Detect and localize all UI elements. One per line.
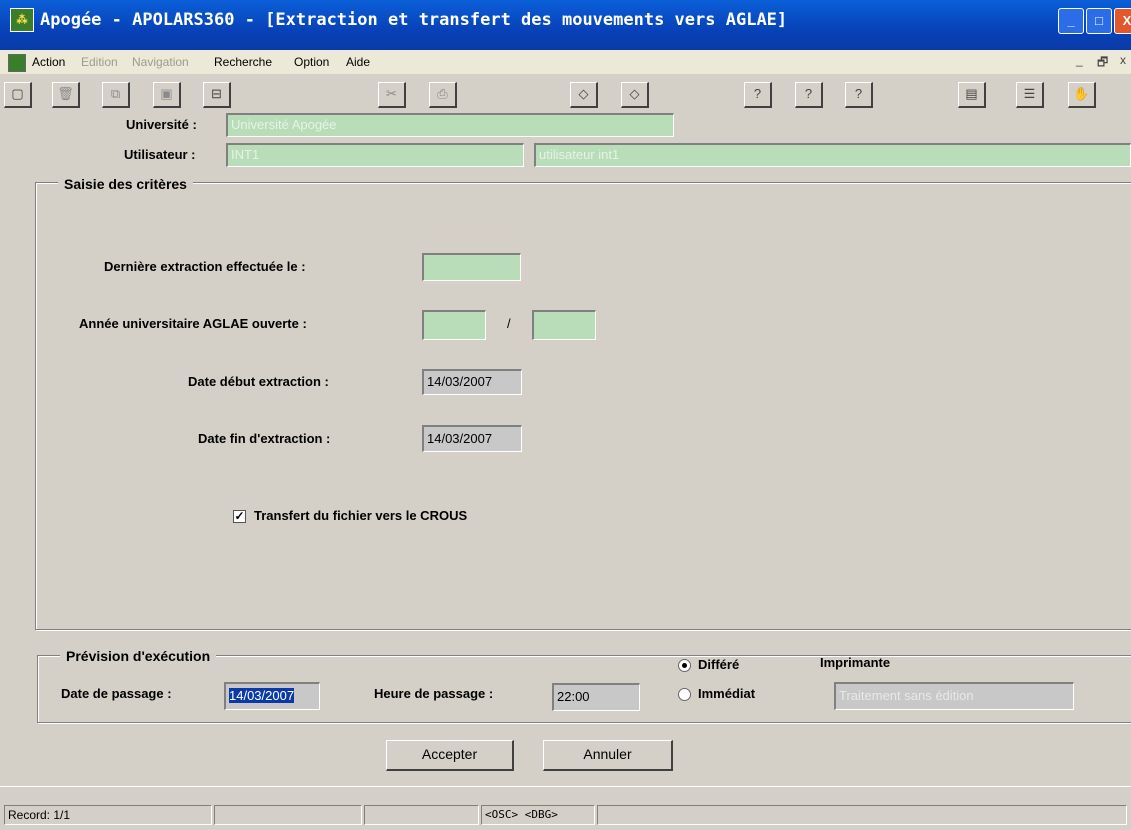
date-passage-value: 14/03/2007	[229, 688, 295, 703]
form-icon[interactable]: ⊟	[203, 82, 231, 108]
delete-icon[interactable]: 🗑	[52, 82, 80, 108]
imprimante-label: Imprimante	[820, 655, 891, 670]
cancel-button[interactable]: Annuler	[543, 740, 673, 771]
heure-passage-label: Heure de passage :	[374, 686, 494, 701]
annee-separator: /	[507, 316, 511, 331]
derniere-extraction-label: Dernière extraction effectuée le :	[104, 259, 306, 274]
criteres-title: Saisie des critères	[58, 175, 193, 193]
menu-edition[interactable]: Edition	[81, 53, 118, 71]
maximize-button[interactable]: □	[1086, 8, 1112, 34]
annee-end-field[interactable]	[532, 310, 596, 340]
criteres-group	[35, 182, 1131, 630]
menu-aide[interactable]: Aide	[346, 53, 370, 71]
transfert-label: Transfert du fichier vers le CROUS	[254, 508, 468, 523]
annee-start-field[interactable]	[422, 310, 486, 340]
status-record: Record: 1/1	[4, 805, 212, 825]
calculator-icon[interactable]: ▤	[958, 82, 986, 108]
utilisateur-label: Utilisateur :	[124, 147, 196, 162]
date-fin-field[interactable]: 14/03/2007	[422, 425, 522, 452]
immediat-label: Immédiat	[698, 686, 756, 701]
status-panel-3	[364, 805, 479, 825]
hand-icon[interactable]: ✋	[1068, 82, 1096, 108]
status-panel-2	[214, 805, 362, 825]
date-fin-label: Date fin d'extraction :	[198, 431, 331, 446]
minimize-button[interactable]: _	[1058, 8, 1084, 34]
app-icon[interactable]: ⁂	[10, 8, 34, 32]
immediat-radio[interactable]	[678, 688, 691, 701]
help-context-icon[interactable]: ?	[744, 82, 772, 108]
status-osc-dbg: <OSC> <DBG>	[481, 805, 595, 825]
transfert-checkbox[interactable]: ✓	[233, 510, 246, 523]
utilisateur-name-field[interactable]: utilisateur int1	[534, 143, 1131, 167]
date-debut-field[interactable]: 14/03/2007	[422, 369, 522, 395]
window-title: Apogée - APOLARS360 - [Extraction et tra…	[40, 10, 788, 30]
annee-aglae-label: Année universitaire AGLAE ouverte :	[79, 316, 307, 331]
mdi-close-button[interactable]: x	[1120, 53, 1126, 67]
next-icon[interactable]: ◇	[621, 82, 649, 108]
universite-label: Université :	[126, 117, 197, 132]
close-button[interactable]: X	[1114, 8, 1131, 34]
date-debut-label: Date début extraction :	[188, 374, 329, 389]
status-panel-5	[597, 805, 1127, 825]
help-icon[interactable]: ?	[795, 82, 823, 108]
mdi-minimize-button[interactable]: _	[1076, 53, 1083, 67]
copy-icon[interactable]: ⧉	[102, 82, 130, 108]
new-icon[interactable]: ▢	[4, 82, 32, 108]
date-passage-label: Date de passage :	[61, 686, 172, 701]
cut-icon[interactable]: ✂	[378, 82, 406, 108]
menu-action[interactable]: Action	[32, 53, 65, 71]
prev-icon[interactable]: ◇	[570, 82, 598, 108]
menu-navigation[interactable]: Navigation	[132, 53, 189, 71]
print-icon[interactable]: ⎙	[429, 82, 457, 108]
accept-button[interactable]: Accepter	[386, 740, 514, 771]
menu-bar: Action Edition Navigation Recherche Opti…	[0, 50, 1131, 74]
differe-radio[interactable]	[678, 659, 691, 672]
differe-label: Différé	[698, 657, 740, 672]
date-passage-field[interactable]: 14/03/2007	[224, 682, 320, 710]
title-bar: ⁂ Apogée - APOLARS360 - [Extraction et t…	[0, 0, 1131, 50]
imprimante-field[interactable]: Traitement sans édition	[834, 682, 1074, 710]
help-plus-icon[interactable]: ?	[845, 82, 873, 108]
document-icon[interactable]	[8, 54, 26, 72]
menu-recherche[interactable]: Recherche	[214, 53, 272, 71]
save-icon[interactable]: ▣	[153, 82, 181, 108]
utilisateur-code-field[interactable]: INT1	[226, 143, 524, 167]
status-divider	[0, 786, 1131, 787]
derniere-extraction-field[interactable]	[422, 253, 521, 281]
heure-passage-field[interactable]: 22:00	[552, 683, 640, 711]
prevision-title: Prévision d'exécution	[60, 647, 217, 665]
mdi-restore-button[interactable]: 🗗	[1097, 53, 1108, 74]
universite-field[interactable]: Université Apogée	[226, 113, 674, 137]
menu-option[interactable]: Option	[294, 53, 329, 71]
list-icon[interactable]: ☰	[1016, 82, 1044, 108]
